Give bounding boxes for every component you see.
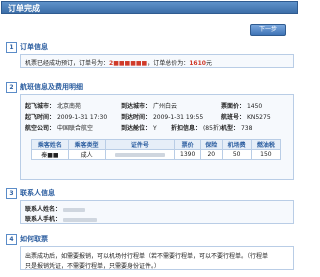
order-section-header: 1 订单信息 — [6, 42, 294, 53]
next-button[interactable]: 下一步 — [250, 24, 286, 36]
order-section: 1 订单信息 机票已经成功预订，订单号为：2■■■■■■，订单总价为：1610元 — [6, 42, 294, 72]
contact-section-title: 联系人信息 — [20, 189, 55, 197]
ticketing-section-title: 如何取票 — [20, 235, 48, 243]
arr-city: 广州白云 — [152, 103, 177, 110]
fare: 1450 — [246, 103, 263, 110]
ticket-price: 1390 — [174, 149, 201, 160]
section-number-4: 4 — [6, 234, 17, 245]
redacted-contact-phone — [62, 217, 97, 222]
ticketing-section: 4 如何取票 出票成功后，如需要报销，可以机场付行程单（若不需要行程单，可以不要… — [6, 234, 294, 274]
passenger-id — [104, 149, 176, 160]
airline: 中国联合航空 — [56, 125, 93, 132]
cabin-row: 到达舱位： Y — [121, 125, 157, 132]
section-number-2: 2 — [6, 82, 17, 93]
passenger-table-header: 乘客姓名 乘客类型 证件号 票价 保险 机场费 燃油税 — [31, 139, 282, 150]
col-header: 机场费 — [221, 139, 252, 150]
contact-phone-row: 联系人手机： — [25, 214, 97, 223]
flight-section-header: 2 航班信息及费用明细 — [6, 82, 294, 93]
flight-box: 起飞城市： 北京南苑 到达城市： 广州白云 票面价： 1450 起飞时间： 20… — [20, 94, 294, 180]
arr-time: 2009-1-31 19:55 — [152, 114, 204, 121]
arr-city-row: 到达城市： 广州白云 — [121, 103, 177, 110]
arr-time-row: 到达时间： 2009-1-31 19:55 — [121, 114, 204, 121]
section-number-3: 3 — [6, 188, 17, 199]
flight-no-row: 航班号： KN5275 — [221, 114, 271, 121]
contact-box: 联系人姓名： 联系人手机： — [20, 200, 294, 224]
order-total: 1610 — [189, 60, 206, 67]
discount-row: 折扣信息： (85折) — [171, 125, 222, 132]
col-header: 证件号 — [104, 139, 176, 150]
col-header: 保险 — [200, 139, 223, 150]
ticketing-text-2: 只是报销凭证，不需要行程单，只需要身份证件。） — [25, 263, 161, 270]
cabin: Y — [152, 125, 157, 132]
col-header: 乘客类型 — [67, 139, 106, 150]
airline-row: 航空公司： 中国联合航空 — [25, 125, 93, 132]
dep-city: 北京南苑 — [56, 103, 81, 110]
passenger-type: 成人 — [67, 149, 106, 160]
ticketing-box: 出票成功后，如需要报销，可以机场付行程单（若不需要行程单，可以不要行程单。（行程… — [20, 246, 294, 270]
order-section-title: 订单信息 — [20, 43, 48, 51]
order-unit: 元 — [205, 60, 212, 67]
passenger-table: 乘客姓名 乘客类型 证件号 票价 保险 机场费 燃油税 秦■■ 成人 1390 … — [31, 139, 282, 160]
contact-section: 3 联系人信息 联系人姓名： 联系人手机： — [6, 188, 294, 224]
window-titlebar: 订单完成 — [1, 1, 298, 14]
order-mid: ，订单总价为： — [147, 60, 190, 67]
order-box: 机票已经成功预订，订单号为：2■■■■■■，订单总价为：1610元 — [20, 54, 294, 68]
fuel-tax: 150 — [250, 149, 282, 160]
airport-fee: 50 — [221, 149, 252, 160]
contact-section-header: 3 联系人信息 — [6, 188, 294, 199]
passenger-name: 秦■■ — [31, 149, 69, 160]
model: 738 — [240, 125, 253, 132]
insurance: 20 — [200, 149, 223, 160]
redacted-id — [114, 152, 165, 157]
order-number: 2■■■■■■ — [109, 60, 148, 67]
dep-time-row: 起飞时间： 2009-1-31 17:30 — [25, 114, 108, 121]
flight-section: 2 航班信息及费用明细 起飞城市： 北京南苑 到达城市： 广州白云 票面价： 1… — [6, 82, 294, 180]
section-number-1: 1 — [6, 42, 17, 53]
col-header: 票价 — [174, 139, 201, 150]
ticketing-section-header: 4 如何取票 — [6, 234, 294, 245]
flight-no: KN5275 — [246, 114, 271, 121]
model-row: 机型： 738 — [221, 125, 253, 132]
order-summary: 机票已经成功预订，订单号为：2■■■■■■，订单总价为：1610元 — [25, 58, 212, 67]
redacted-contact-name — [62, 207, 85, 212]
flight-section-title: 航班信息及费用明细 — [20, 83, 83, 91]
table-row: 秦■■ 成人 1390 20 50 150 — [31, 149, 282, 160]
order-prefix: 机票已经成功预订，订单号为： — [25, 60, 110, 67]
window-title: 订单完成 — [8, 4, 40, 13]
discount: (85折) — [202, 125, 222, 132]
dep-time: 2009-1-31 17:30 — [56, 114, 108, 121]
col-header: 燃油税 — [250, 139, 282, 150]
ticketing-text-1: 出票成功后，如需要报销，可以机场付行程单（若不需要行程单，可以不要行程单。（行程… — [25, 253, 269, 260]
col-header: 乘客姓名 — [31, 139, 69, 150]
contact-name-row: 联系人姓名： — [25, 204, 85, 213]
dep-city-row: 起飞城市： 北京南苑 — [25, 103, 81, 110]
fare-row: 票面价： 1450 — [221, 103, 263, 110]
